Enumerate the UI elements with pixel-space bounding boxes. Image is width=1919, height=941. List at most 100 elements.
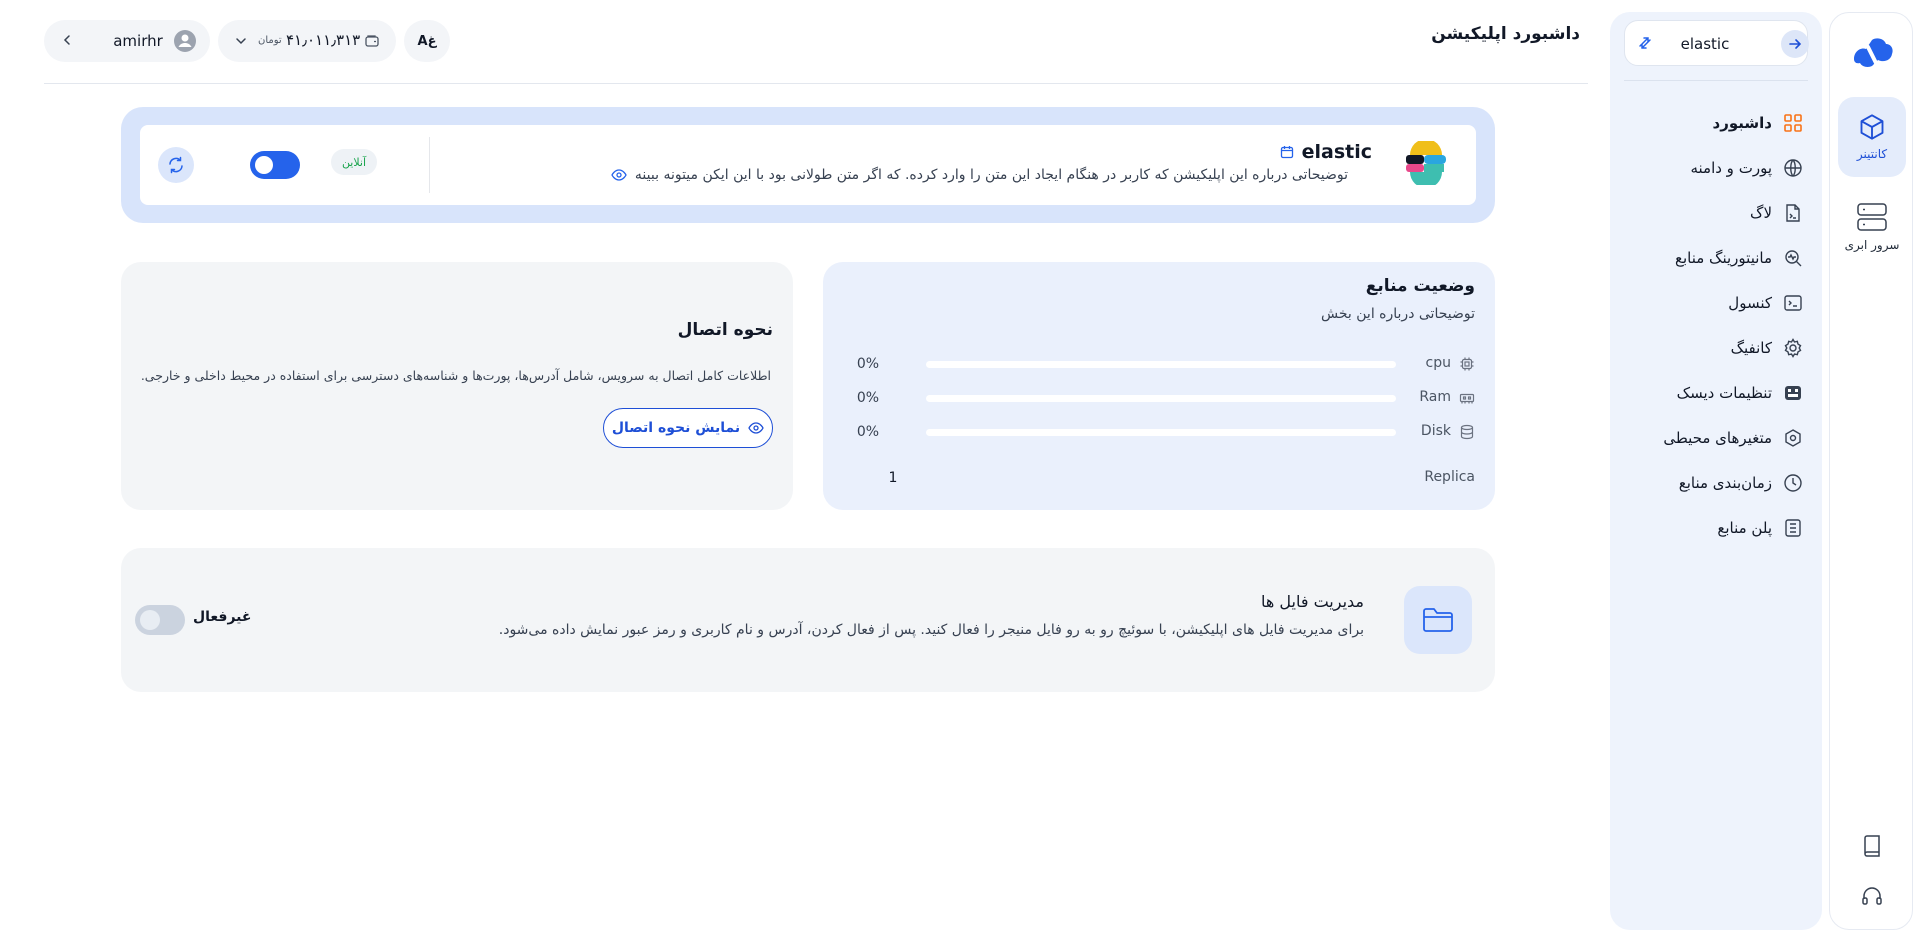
resource-row-ram: 0% Ram <box>853 388 1475 408</box>
resource-row-cpu: 0% cpu <box>853 354 1475 374</box>
rail-item-cloud-server[interactable]: سرور ابری <box>1838 187 1906 267</box>
back-arrow-button[interactable] <box>1781 30 1809 58</box>
current-app-name: elastic <box>1680 35 1730 53</box>
file-manager-title: مدیریت فایل ها <box>1261 592 1364 611</box>
sidebar-divider <box>1624 80 1808 81</box>
terminal-icon <box>1782 292 1804 314</box>
file-manager-description: برای مدیریت فایل های اپلیکیشن، با سوئیچ … <box>498 622 1364 638</box>
app-switcher[interactable]: elastic <box>1624 20 1809 66</box>
replica-label: Replica <box>1424 469 1475 485</box>
file-manager-toggle[interactable] <box>135 605 185 635</box>
resource-percent: 0% <box>856 390 880 406</box>
show-connection-button[interactable]: نمایش نحوه اتصال <box>603 408 773 448</box>
wallet-icon <box>364 33 380 49</box>
resource-status-title: وضعیت منابع <box>1365 276 1475 296</box>
cpu-icon <box>1459 356 1475 372</box>
wallet-balance[interactable]: تومان ۴۱٫۰۱۱٫۳۱۳ <box>218 20 396 62</box>
disk-icon <box>1782 382 1804 404</box>
chevron-left-icon <box>60 33 74 47</box>
globe-icon <box>1782 157 1804 179</box>
header-divider <box>44 83 1588 84</box>
page-title: داشبورد اپلیکیشن <box>1431 24 1580 44</box>
app-description-text: توضیحاتی درباره این اپلیکیشن که کاربر در… <box>634 167 1348 183</box>
resource-bar <box>926 429 1396 436</box>
sidebar-item-disk-settings[interactable]: تنظیمات دیسک <box>1614 370 1804 415</box>
book-icon[interactable] <box>1859 833 1885 859</box>
rail-item-label: کانتینر <box>1856 147 1888 161</box>
cube-icon <box>1860 114 1884 140</box>
file-manager-card: مدیریت فایل ها برای مدیریت فایل های اپلی… <box>121 548 1495 692</box>
sidebar-item-dashboard[interactable]: داشبورد <box>1614 100 1804 145</box>
elastic-logo-icon <box>1404 141 1448 185</box>
database-icon <box>1459 424 1475 440</box>
sidebar-item-port-domain[interactable]: پورت و دامنه <box>1614 145 1804 190</box>
sidebar-item-label: تنظیمات دیسک <box>1676 383 1772 402</box>
status-badge: آنلاین <box>331 149 377 175</box>
main-rail: کانتینر سرور ابری <box>1829 12 1913 930</box>
refresh-button[interactable] <box>158 147 194 183</box>
resource-name: cpu <box>1425 355 1451 371</box>
resource-status-card: وضعیت منابع توضیحاتی درباره این بخش 0% c… <box>823 262 1495 510</box>
language-switch-button[interactable]: Aغ <box>404 20 450 62</box>
list-icon <box>1782 517 1804 539</box>
sidebar-item-label: پورت و دامنه <box>1690 158 1772 177</box>
replica-value: 1 <box>888 470 898 486</box>
sidebar-item-label: متغیرهای محیطی <box>1663 428 1772 447</box>
app-summary-card: elastic توضیحاتی درباره این اپلیکیشن که … <box>140 125 1476 205</box>
resource-bar <box>926 395 1396 402</box>
rail-item-container[interactable]: کانتینر <box>1838 97 1906 177</box>
arrow-right-icon <box>1789 39 1802 49</box>
app-description: توضیحاتی درباره این اپلیکیشن که کاربر در… <box>611 167 1348 183</box>
username: amirhr <box>113 32 163 50</box>
sidebar-item-env-vars[interactable]: متغیرهای محیطی <box>1614 415 1804 460</box>
sidebar-item-resource-scheduling[interactable]: زمان‌بندی منابع <box>1614 460 1804 505</box>
resource-percent: 0% <box>856 424 880 440</box>
currency-label: تومان <box>258 35 282 46</box>
grid-icon <box>1782 112 1804 134</box>
clock-icon <box>1782 472 1804 494</box>
user-menu[interactable]: amirhr <box>44 20 210 62</box>
sidebar-item-log[interactable]: لاگ <box>1614 190 1804 235</box>
eye-icon[interactable] <box>611 169 627 181</box>
resource-row-disk: 0% Disk <box>853 422 1475 442</box>
eye-icon <box>748 422 764 434</box>
chevron-down-icon <box>234 34 248 48</box>
file-manager-status: غیرفعال <box>193 609 252 625</box>
folder-icon <box>1404 586 1472 654</box>
sidebar-item-label: کانفیگ <box>1730 338 1772 357</box>
sidebar-item-resource-monitoring[interactable]: مانیتورینگ منابع <box>1614 235 1804 280</box>
resource-bar <box>926 361 1396 368</box>
ram-icon <box>1459 390 1475 406</box>
headset-icon[interactable] <box>1859 883 1885 909</box>
app-title: elastic <box>1280 141 1372 163</box>
sidebar-item-label: زمان‌بندی منابع <box>1678 473 1772 492</box>
monitor-search-icon <box>1782 247 1804 269</box>
connection-title: نحوه اتصال <box>677 320 773 340</box>
brand-logo-icon[interactable] <box>1848 33 1896 73</box>
app-power-toggle[interactable] <box>250 151 300 179</box>
resource-percent: 0% <box>856 356 880 372</box>
gear-icon <box>1782 337 1804 359</box>
sidebar-item-console[interactable]: کنسول <box>1614 280 1804 325</box>
sidebar-item-config[interactable]: کانفیگ <box>1614 325 1804 370</box>
sidebar-item-resource-plan[interactable]: پلن منابع <box>1614 505 1804 550</box>
connection-description: اطلاعات کامل اتصال به سرویس، شامل آدرس‌ه… <box>140 368 771 383</box>
sidebar-item-label: مانیتورینگ منابع <box>1674 248 1772 267</box>
card-divider <box>429 137 430 193</box>
hexagon-icon <box>1782 427 1804 449</box>
sidebar: elastic داشبورد پورت و دامنه لاگ مانیتور… <box>1610 12 1822 930</box>
rail-item-label: سرور ابری <box>1844 238 1900 252</box>
avatar[interactable] <box>173 29 197 53</box>
resource-status-description: توضیحاتی درباره این بخش <box>1321 306 1475 322</box>
sidebar-item-label: داشبورد <box>1712 113 1772 132</box>
resource-name: Disk <box>1420 423 1451 439</box>
replica-row: 1 Replica <box>853 468 1475 488</box>
app-summary-panel: elastic توضیحاتی درباره این اپلیکیشن که … <box>121 107 1495 223</box>
connection-info-card: نحوه اتصال اطلاعات کامل اتصال به سرویس، … <box>121 262 793 510</box>
sidebar-item-label: کنسول <box>1728 293 1772 312</box>
resource-name: Ram <box>1419 389 1451 405</box>
show-connection-label: نمایش نحوه اتصال <box>611 420 741 436</box>
sidebar-item-label: پلن منابع <box>1717 518 1772 537</box>
sidebar-item-label: لاگ <box>1750 203 1772 222</box>
file-log-icon <box>1782 202 1804 224</box>
